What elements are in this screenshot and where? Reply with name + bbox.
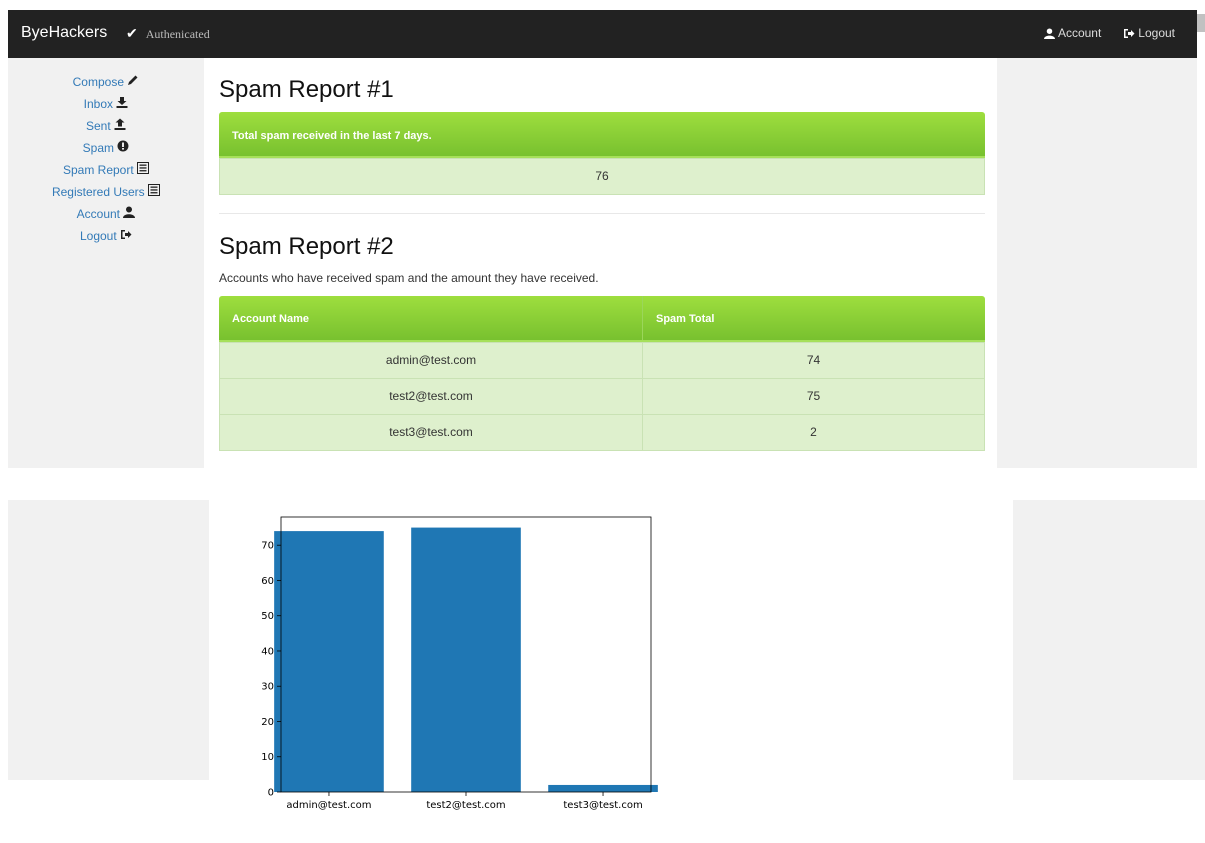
report1-title: Spam Report #1 [219, 76, 394, 103]
sidebar-item-label: Sent [85, 119, 111, 133]
list-icon [137, 162, 150, 174]
y-tick-label: 50 [261, 611, 274, 622]
top-navbar: ByeHackers ✔ Authenicated Account Logout [8, 10, 1197, 58]
x-tick-label: admin@test.com [286, 800, 371, 811]
main-content: Spam Report #1 Total spam received in th… [205, 58, 997, 468]
table-cell-total: 74 [642, 342, 985, 379]
sidebar-item-label: Spam [82, 141, 114, 155]
auth-status-label: Authenicated [145, 27, 210, 41]
left-gray-panel-bottom [8, 500, 209, 780]
chart-bar [548, 784, 658, 792]
section-divider [219, 213, 985, 214]
sidebar-item-account[interactable]: Account [8, 204, 204, 226]
sidebar-item-label: Logout [79, 229, 117, 243]
nav-logout-label: Logout [1138, 26, 1175, 40]
y-tick-label: 30 [261, 682, 274, 693]
table-cell-account: admin@test.com [219, 342, 643, 379]
column-header-total: Spam Total [656, 313, 715, 325]
sidebar-item-sent[interactable]: Sent [8, 116, 204, 138]
sidebar-item-compose[interactable]: Compose [8, 72, 204, 94]
spam-total: 75 [806, 389, 821, 403]
y-tick-label: 20 [261, 717, 274, 728]
column-header-account: Account Name [232, 313, 310, 325]
window-scrollbar[interactable] [1197, 14, 1205, 32]
spam-total: 74 [806, 353, 821, 367]
logout-icon [121, 230, 132, 239]
logout-icon [1124, 28, 1135, 38]
spam-total: 2 [810, 425, 817, 439]
chart-bar [411, 527, 521, 792]
y-tick-label: 70 [261, 541, 274, 552]
report2-title: Spam Report #2 [219, 233, 394, 260]
pencil-icon [128, 75, 138, 85]
brand-link[interactable]: ByeHackers [21, 24, 107, 42]
sidebar-item-label: Compose [72, 75, 124, 89]
upload-icon [114, 118, 126, 130]
sidebar-item-inbox[interactable]: Inbox [8, 94, 204, 116]
nav-account-link[interactable]: Account [1043, 26, 1102, 40]
y-tick-label: 10 [261, 752, 274, 763]
report2-table-header: Account Name Spam Total [219, 296, 985, 342]
x-tick-label: test2@test.com [426, 800, 505, 811]
table-cell-account: test3@test.com [219, 414, 643, 451]
user-icon [1043, 27, 1055, 39]
y-tick-label: 60 [261, 576, 274, 587]
download-icon [116, 97, 128, 108]
sidebar-item-label: Inbox [83, 97, 113, 111]
report1-value-cell: 76 [219, 158, 985, 195]
table-cell-account: test2@test.com [219, 378, 643, 415]
report2-description: Accounts who have received spam and the … [219, 271, 599, 285]
account-name: admin@test.com [385, 353, 477, 367]
column-divider [642, 296, 643, 340]
x-tick-label: test3@test.com [563, 800, 642, 811]
spam-bar-chart: admin@test.com test2@test.com test3@test.c… [261, 516, 658, 811]
sidebar-item-registered-users[interactable]: Registered Users [8, 182, 204, 204]
account-name: test3@test.com [389, 425, 473, 439]
user-icon [123, 206, 136, 218]
nav-logout-link[interactable]: Logout [1123, 26, 1175, 40]
check-icon: ✔ [126, 27, 138, 42]
account-name: test2@test.com [389, 389, 473, 403]
report1-header: Total spam received in the last 7 days. [219, 112, 985, 158]
sidebar-nav: Compose Inbox Sent Spam Spam Report Regi… [8, 72, 204, 248]
sidebar-item-label: Spam Report [62, 163, 134, 177]
sidebar-item-label: Account [76, 207, 120, 221]
report1-header-label: Total spam received in the last 7 days. [232, 130, 432, 142]
table-cell-total: 75 [642, 378, 985, 415]
sidebar-item-logout[interactable]: Logout [8, 226, 204, 248]
right-gray-panel-top [997, 58, 1197, 468]
y-tick-label: 40 [261, 646, 274, 657]
sidebar-item-spam-report[interactable]: Spam Report [8, 160, 204, 182]
nav-right: Account Logout [1043, 26, 1175, 40]
sidebar-item-label: Registered Users [51, 185, 145, 199]
table-cell-total: 2 [642, 414, 985, 451]
report1-value: 76 [595, 169, 609, 183]
exclamation-circle-icon [117, 140, 129, 152]
y-tick-label: 0 [268, 788, 274, 799]
list-icon [148, 184, 161, 196]
chart-bar [274, 531, 384, 792]
nav-account-label: Account [1057, 26, 1102, 40]
sidebar-item-spam[interactable]: Spam [8, 138, 204, 160]
auth-status: ✔ Authenicated [126, 26, 210, 43]
right-gray-panel-bottom [1013, 500, 1205, 780]
